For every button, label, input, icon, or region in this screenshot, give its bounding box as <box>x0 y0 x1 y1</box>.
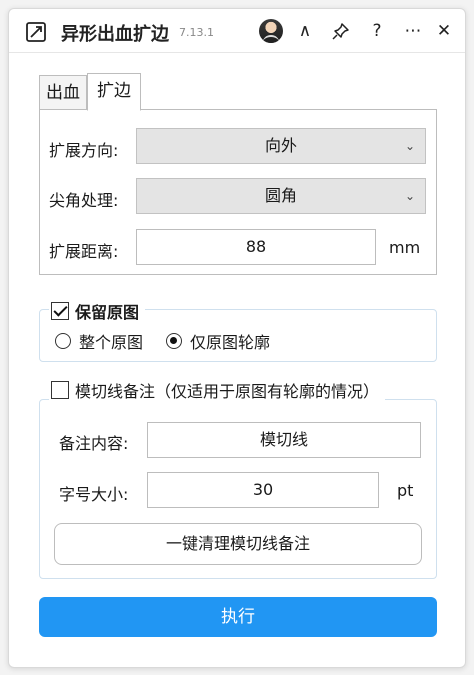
note-content-label: 备注内容: <box>59 434 129 453</box>
help-button[interactable]: ? <box>365 19 389 43</box>
chevron-down-icon: ⌄ <box>404 139 415 153</box>
direction-value: 向外 <box>264 136 297 155</box>
cutline-note-checkbox[interactable] <box>51 381 69 399</box>
font-size-input[interactable]: 30 <box>147 472 379 508</box>
title-bar: 异形出血扩边 7.13.1 ∧ ? ⋯ ✕ <box>9 9 465 53</box>
expand-panel: 扩展方向: 向外 ⌄ 尖角处理: 圆角 ⌄ 扩展距离: 88 mm <box>39 109 437 275</box>
execute-button[interactable]: 执行 <box>39 597 437 637</box>
font-size-unit: pt <box>397 481 414 500</box>
distance-input[interactable]: 88 <box>136 229 376 265</box>
corner-select[interactable]: 圆角 ⌄ <box>136 178 426 214</box>
radio-outline-only-label: 仅原图轮廓 <box>190 333 271 352</box>
corner-label: 尖角处理: <box>49 191 119 210</box>
app-version: 7.13.1 <box>179 26 214 39</box>
radio-whole-original[interactable]: 整个原图 <box>55 329 143 353</box>
cutline-note-toggle[interactable]: 模切线备注（仅适用于原图有轮廓的情况） <box>49 378 386 402</box>
note-content-input[interactable]: 模切线 <box>147 422 421 458</box>
radio-whole-original-circle[interactable] <box>55 333 71 349</box>
tab-bleed[interactable]: 出血 <box>39 75 87 111</box>
app-window: 异形出血扩边 7.13.1 ∧ ? ⋯ ✕ 出血 扩边 扩展方向: 向外 ⌄ 尖… <box>8 8 466 668</box>
radio-whole-original-label: 整个原图 <box>79 333 144 352</box>
radio-outline-only-circle[interactable] <box>166 333 182 349</box>
clear-cutline-notes-button[interactable]: 一键清理模切线备注 <box>54 523 422 565</box>
keep-original-toggle[interactable]: 保留原图 <box>49 299 146 323</box>
corner-value: 圆角 <box>264 186 297 205</box>
cutline-note-label: 模切线备注（仅适用于原图有轮廓的情况） <box>75 382 380 401</box>
app-logo-icon <box>26 22 46 42</box>
app-title: 异形出血扩边 <box>61 24 169 45</box>
pin-button[interactable] <box>329 19 353 43</box>
tab-expand[interactable]: 扩边 <box>87 73 141 111</box>
distance-label: 扩展距离: <box>49 242 119 261</box>
keep-original-checkbox[interactable] <box>51 302 69 320</box>
keep-original-label: 保留原图 <box>75 303 140 322</box>
close-button[interactable]: ✕ <box>432 19 456 43</box>
chevron-down-icon: ⌄ <box>404 189 415 203</box>
direction-select[interactable]: 向外 ⌄ <box>136 128 426 164</box>
user-avatar[interactable] <box>259 19 283 43</box>
pin-icon <box>332 23 349 40</box>
radio-outline-only[interactable]: 仅原图轮廓 <box>166 329 270 353</box>
collapse-button[interactable]: ∧ <box>293 19 317 43</box>
font-size-label: 字号大小: <box>59 485 129 504</box>
more-button[interactable]: ⋯ <box>401 19 425 43</box>
distance-unit: mm <box>389 238 421 257</box>
direction-label: 扩展方向: <box>49 141 119 160</box>
